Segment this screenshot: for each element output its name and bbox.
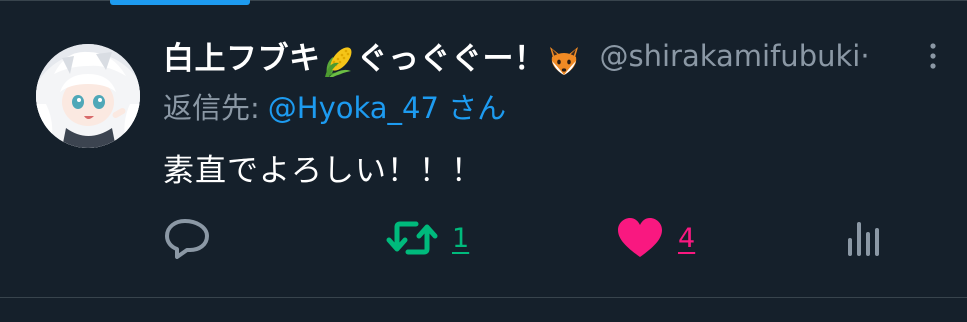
reply-context: 返信先: @Hyoka_47 さん: [163, 85, 506, 127]
retweet-count: 1: [452, 222, 470, 254]
tweet-header: 白上フブキ ぐっぐぐー！ @shirakamifubuki ·: [163, 33, 953, 79]
display-name-text-2: ぐっぐぐー！: [356, 41, 546, 78]
handle-separator: ·: [860, 39, 870, 73]
analytics-icon: [848, 222, 879, 256]
corn-emoji: [321, 43, 357, 79]
tweet[interactable]: 白上フブキ ぐっぐぐー！ @shirakamifubuki · 返信先: @Hy…: [0, 5, 967, 297]
reply-prefix: 返信先:: [163, 91, 260, 125]
reply-icon: [165, 219, 209, 259]
retweet-icon: [386, 221, 438, 255]
like-button[interactable]: 4: [616, 215, 695, 261]
analytics-button[interactable]: [844, 215, 884, 261]
reply-mention-link[interactable]: @Hyoka_47: [268, 91, 439, 125]
fox-emoji: [546, 43, 582, 79]
avatar-image: [36, 44, 140, 148]
display-name-text: 白上フブキ: [163, 41, 321, 78]
user-handle[interactable]: @shirakamifubuki: [600, 39, 861, 73]
more-options-icon[interactable]: [929, 42, 937, 70]
retweet-button[interactable]: 1: [386, 215, 469, 261]
avatar[interactable]: [36, 44, 140, 148]
bottom-divider: [0, 297, 967, 298]
heart-icon: [618, 218, 662, 257]
display-name[interactable]: 白上フブキ ぐっぐぐー！: [163, 33, 582, 79]
reply-honorific: さん: [448, 91, 507, 125]
like-count: 4: [678, 222, 696, 254]
tweet-text: 素直でよろしい！！！: [163, 153, 483, 189]
tweet-actions: 1 4: [163, 215, 953, 261]
reply-button[interactable]: [163, 215, 211, 261]
